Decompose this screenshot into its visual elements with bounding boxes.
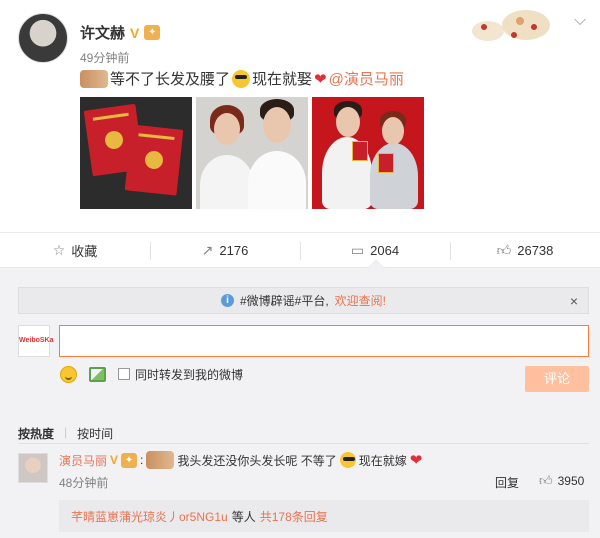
author-name[interactable]: 许文赫 xyxy=(80,22,125,43)
action-bar: ☆ 收藏 ↗ 2176 ▭ 2064 👍︎ 26738 xyxy=(0,232,600,268)
author-line: 许文赫 V ✦ xyxy=(80,22,161,43)
sunglasses-emoji-icon xyxy=(232,69,251,88)
commenter-avatar[interactable] xyxy=(18,453,48,483)
comment-input[interactable] xyxy=(59,325,589,357)
thumbs-up-icon: 👍︎ xyxy=(539,473,553,488)
fan-badge-icon: ✦ xyxy=(121,452,138,468)
like-count: 26738 xyxy=(517,242,554,258)
fan-badge-icon: ✦ xyxy=(144,25,161,40)
notice-text[interactable]: #微博辟谣#平台, xyxy=(240,292,329,309)
heart-icon: ❤ xyxy=(314,70,327,88)
comment-time: 48分钟前 xyxy=(59,476,109,490)
favorite-label: 收藏 xyxy=(71,243,98,259)
repost-icon: ↗ xyxy=(201,241,214,258)
comment-line: 演员马丽 V ✦ : 我头发还没你头发长呢 不等了 现在就嫁 ❤ xyxy=(59,451,422,469)
verified-icon: V xyxy=(110,453,119,467)
sub-reply-users[interactable]: 芊晴蓝崽蒲光琼炎丿or5NG1u xyxy=(71,508,228,525)
repost-checkbox[interactable] xyxy=(118,368,130,380)
rumor-notice: i #微博辟谣#平台, 欢迎查阅! × xyxy=(18,287,589,314)
comment-like-button[interactable]: 👍︎ 3950 xyxy=(539,473,584,489)
favorite-button[interactable]: ☆ 收藏 xyxy=(0,233,150,267)
commenter-name[interactable]: 演员马丽 xyxy=(59,452,107,469)
repost-count: 2176 xyxy=(219,242,249,258)
post-text-part1: 等不了长发及腰了 xyxy=(110,71,231,88)
sort-tabs: 按热度 | 按时间 xyxy=(18,425,113,442)
post-text: 等不了长发及腰了 现在就娶 ❤ @演员马丽 xyxy=(80,68,404,89)
comment-icon: ▭ xyxy=(350,241,365,258)
kiss-emoji-icon xyxy=(339,452,356,468)
photo-grid xyxy=(80,97,424,209)
sub-replies-link[interactable]: 芊晴蓝崽蒲光琼炎丿or5NG1u 等人 共178条回复 xyxy=(59,500,589,532)
like-button[interactable]: 👍︎ 26738 xyxy=(450,233,600,267)
tab-separator: | xyxy=(64,425,68,439)
couple-emoji-icon xyxy=(146,451,175,469)
repost-checkbox-label[interactable]: 同时转发到我的微博 xyxy=(135,366,243,383)
verified-icon: V xyxy=(130,24,140,41)
close-icon[interactable]: × xyxy=(570,293,578,309)
post-time[interactable]: 49分钟前 xyxy=(80,49,129,66)
comment-count: 2064 xyxy=(370,242,400,258)
photo-couple-portrait[interactable] xyxy=(196,97,308,209)
emoji-picker-icon[interactable] xyxy=(60,366,77,383)
couple-emoji-icon xyxy=(80,69,108,88)
photo-couple-holding-certificates[interactable] xyxy=(312,97,424,209)
star-icon: ☆ xyxy=(52,241,66,258)
sub-reply-suffix: 等人 xyxy=(231,509,256,524)
chevron-down-icon[interactable]: ⌵ xyxy=(574,12,586,30)
submit-comment-button[interactable]: 评论 xyxy=(525,366,589,392)
tab-by-time[interactable]: 按时间 xyxy=(77,425,113,442)
card-sticker-icon xyxy=(472,10,550,41)
tab-by-hot[interactable]: 按热度 xyxy=(18,425,54,442)
heart-icon: ❤ xyxy=(409,452,423,469)
post-text-part2: 现在就娶 xyxy=(252,71,313,88)
divider xyxy=(18,443,589,444)
image-upload-icon[interactable] xyxy=(89,367,106,382)
comment-text: 我头发还没你头发长呢 不等了 xyxy=(177,453,337,468)
notice-link[interactable]: 欢迎查阅! xyxy=(335,292,386,309)
repost-button[interactable]: ↗ 2176 xyxy=(150,233,300,267)
mention-link[interactable]: @演员马丽 xyxy=(329,68,404,89)
comment-like-count: 3950 xyxy=(557,474,585,488)
info-icon: i xyxy=(220,294,234,307)
photo-certificates[interactable] xyxy=(80,97,192,209)
thumbs-up-icon: 👍︎ xyxy=(496,241,512,258)
my-avatar: WeiboSKa xyxy=(18,325,54,357)
comment-text-after: 现在就嫁 xyxy=(358,453,407,468)
reply-button[interactable]: 回复 xyxy=(495,474,519,491)
author-avatar[interactable] xyxy=(18,13,68,63)
colon-separator: : xyxy=(140,453,144,467)
sub-reply-count[interactable]: 共178条回复 xyxy=(260,508,328,525)
